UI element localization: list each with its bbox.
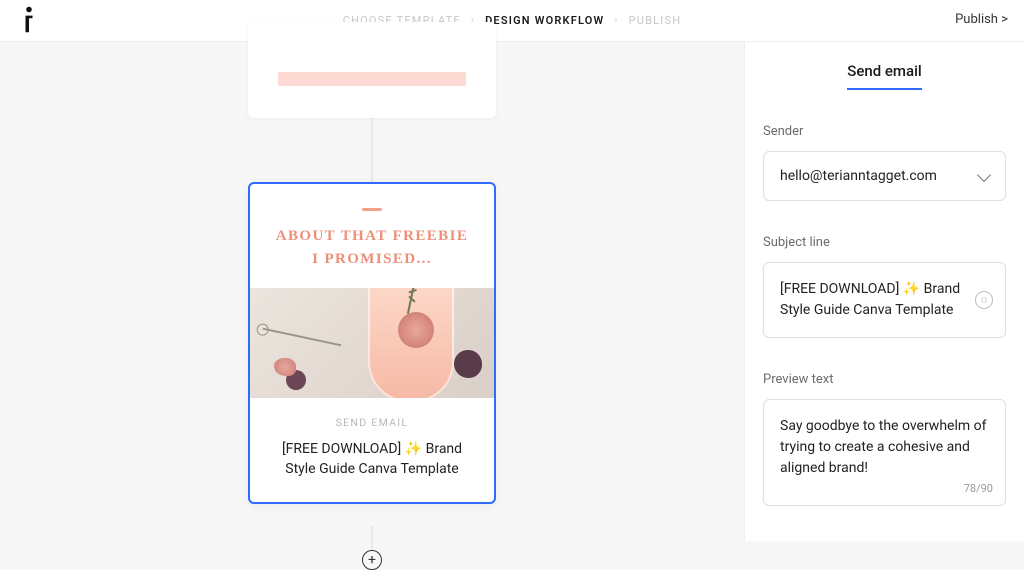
sender-value: hello@terianntagget.com (780, 168, 937, 184)
workflow-canvas[interactable]: ABOUT THAT FREEBIE I PROMISED... SEND EM… (0, 42, 744, 541)
subject-input[interactable]: [FREE DOWNLOAD] ✨ Brand Style Guide Canv… (763, 262, 1006, 338)
preview-text-input[interactable]: Say goodbye to the overwhelm of trying t… (763, 399, 1006, 506)
email-hero-image (250, 288, 494, 398)
sender-select[interactable]: hello@terianntagget.com (763, 151, 1006, 201)
preview-text-value: Say goodbye to the overwhelm of trying t… (780, 418, 986, 476)
card-accent (362, 208, 382, 211)
breadcrumb: Choose Template › Design Workflow › Publ… (0, 14, 1024, 27)
sender-label: Sender (763, 124, 1006, 139)
plus-icon: + (368, 553, 376, 567)
inspector-panel: Send email Sender hello@terianntagget.co… (744, 42, 1024, 541)
workflow-node-send-email[interactable]: ABOUT THAT FREEBIE I PROMISED... SEND EM… (248, 182, 496, 504)
subject-label: Subject line (763, 235, 1006, 250)
logo (18, 6, 40, 34)
smile-icon: ☺ (979, 293, 989, 308)
card-subject-preview: [FREE DOWNLOAD] ✨ Brand Style Guide Canv… (270, 439, 474, 480)
breadcrumb-step-publish[interactable]: Publish (629, 14, 682, 27)
add-step-button[interactable]: + (362, 550, 382, 570)
workflow-connector (372, 526, 373, 550)
card-type-label: SEND EMAIL (270, 416, 474, 429)
panel-tab-send-email[interactable]: Send email (847, 62, 921, 90)
publish-link[interactable]: Publish > (955, 12, 1008, 27)
node-preview-band (278, 72, 466, 86)
email-headline: ABOUT THAT FREEBIE I PROMISED... (250, 225, 494, 288)
topbar: Choose Template › Design Workflow › Publ… (0, 0, 1024, 42)
card-footer: SEND EMAIL [FREE DOWNLOAD] ✨ Brand Style… (250, 398, 494, 502)
chevron-right-icon: › (614, 15, 618, 26)
workflow-connector (372, 118, 373, 182)
emoji-picker-button[interactable]: ☺ (975, 291, 993, 309)
workflow-node-previous[interactable] (248, 22, 496, 118)
subject-value: [FREE DOWNLOAD] ✨ Brand Style Guide Canv… (780, 281, 960, 318)
preview-text-counter: 78/90 (964, 481, 993, 498)
preview-text-label: Preview text (763, 372, 1006, 387)
breadcrumb-step-design-workflow[interactable]: Design Workflow (485, 14, 604, 27)
chevron-down-icon (977, 167, 991, 181)
